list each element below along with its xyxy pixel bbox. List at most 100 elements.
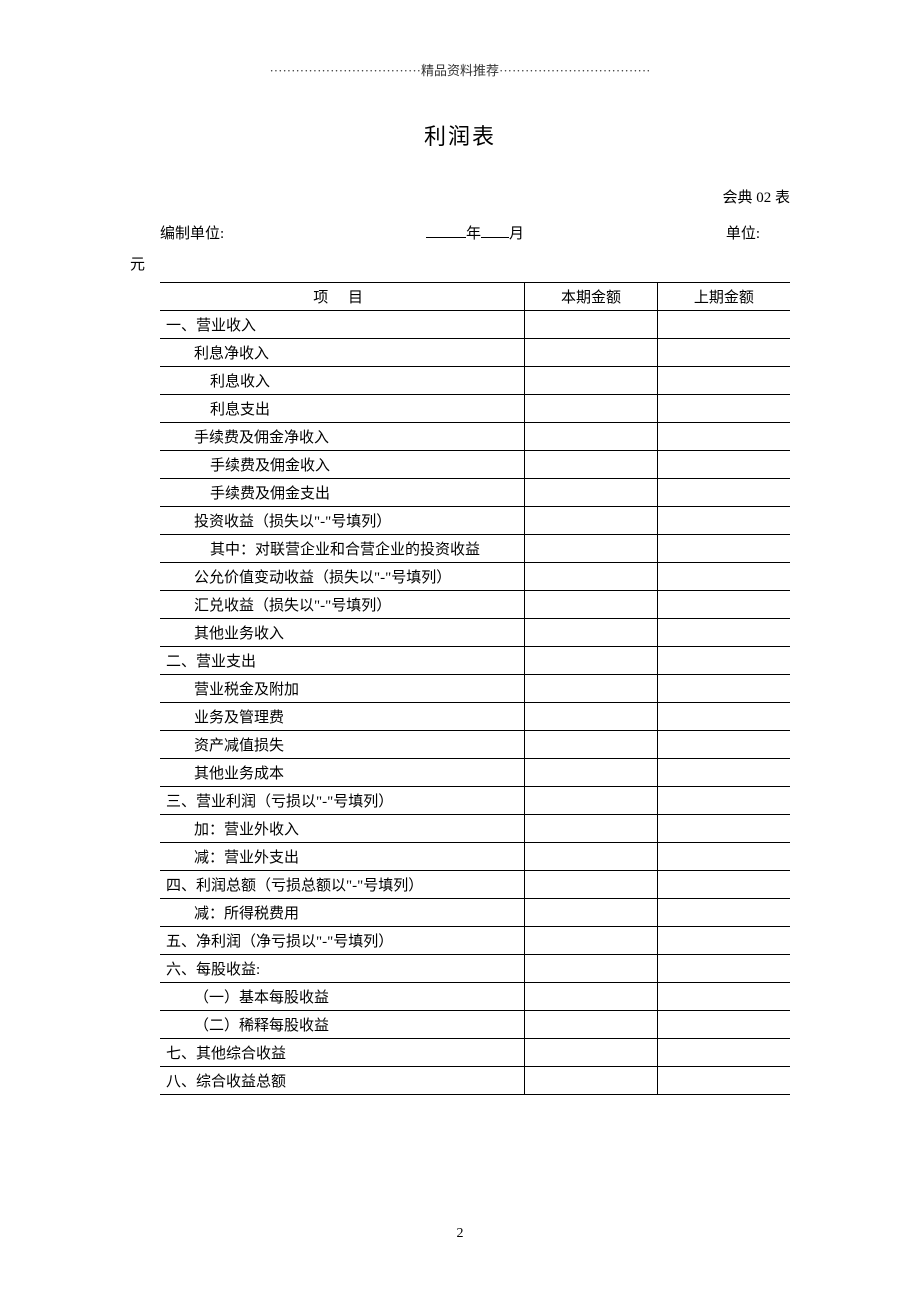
row-current-amount [525,871,658,899]
row-item-label: 营业税金及附加 [160,675,525,703]
row-prior-amount [657,479,790,507]
row-prior-amount [657,339,790,367]
row-current-amount [525,759,658,787]
table-row: 汇兑收益（损失以"-"号填列） [160,591,790,619]
table-row: 一、营业收入 [160,311,790,339]
row-item-label: 其中：对联营企业和合营企业的投资收益 [160,535,525,563]
row-prior-amount [657,563,790,591]
row-item-label: 其他业务成本 [160,759,525,787]
row-prior-amount [657,647,790,675]
document-title: 利润表 [130,119,790,151]
table-row: 三、营业利润（亏损以"-"号填列） [160,787,790,815]
row-prior-amount [657,507,790,535]
row-prior-amount [657,955,790,983]
row-prior-amount [657,619,790,647]
table-row: 投资收益（损失以"-"号填列） [160,507,790,535]
table-row: 利息净收入 [160,339,790,367]
table-row: 二、营业支出 [160,647,790,675]
page-container: ···································精品资料推… [0,0,920,1095]
table-row: 利息支出 [160,395,790,423]
page-number: 2 [0,1226,920,1242]
row-item-label: 利息收入 [160,367,525,395]
row-item-label: 六、每股收益: [160,955,525,983]
row-item-label: 七、其他综合收益 [160,1039,525,1067]
header-banner: ···································精品资料推… [130,60,790,79]
row-item-label: 业务及管理费 [160,703,525,731]
row-item-label: 二、营业支出 [160,647,525,675]
table-row: 手续费及佣金支出 [160,479,790,507]
row-prior-amount [657,843,790,871]
row-item-label: 利息净收入 [160,339,525,367]
row-item-label: 手续费及佣金支出 [160,479,525,507]
row-prior-amount [657,927,790,955]
row-item-label: 加：营业外收入 [160,815,525,843]
row-current-amount [525,395,658,423]
table-row: 资产减值损失 [160,731,790,759]
table-row: 六、每股收益: [160,955,790,983]
table-row: 八、综合收益总额 [160,1067,790,1095]
row-item-label: 三、营业利润（亏损以"-"号填列） [160,787,525,815]
row-current-amount [525,843,658,871]
row-prior-amount [657,731,790,759]
row-item-label: 四、利润总额（亏损总额以"-"号填列） [160,871,525,899]
table-row: 其中：对联营企业和合营企业的投资收益 [160,535,790,563]
row-item-label: 减：所得税费用 [160,899,525,927]
table-row: 业务及管理费 [160,703,790,731]
table-row: （一）基本每股收益 [160,983,790,1011]
row-current-amount [525,451,658,479]
table-row: 加：营业外收入 [160,815,790,843]
table-row: 营业税金及附加 [160,675,790,703]
row-prior-amount [657,787,790,815]
income-statement-table: 项 目 本期金额 上期金额 一、营业收入利息净收入利息收入利息支出手续费及佣金净… [160,282,790,1095]
row-current-amount [525,675,658,703]
row-prior-amount [657,451,790,479]
row-prior-amount [657,311,790,339]
row-current-amount [525,563,658,591]
row-item-label: 其他业务收入 [160,619,525,647]
row-item-label: 一、营业收入 [160,311,525,339]
row-prior-amount [657,899,790,927]
row-prior-amount [657,703,790,731]
row-prior-amount [657,759,790,787]
header-item: 项 目 [160,283,525,311]
row-item-label: 减：营业外支出 [160,843,525,871]
row-prior-amount [657,395,790,423]
table-row: （二）稀释每股收益 [160,1011,790,1039]
row-current-amount [525,367,658,395]
meta-row: 编制单位: 年月 单位: [130,222,790,243]
row-current-amount [525,983,658,1011]
month-blank [481,237,509,238]
date-label: 年月 [426,222,524,243]
prepared-by-label: 编制单位: [160,222,224,243]
row-current-amount [525,1011,658,1039]
row-prior-amount [657,535,790,563]
form-code: 会典 02 表 [130,186,790,207]
row-item-label: 手续费及佣金收入 [160,451,525,479]
row-current-amount [525,1039,658,1067]
unit-label: 单位: [726,222,760,243]
table-row: 七、其他综合收益 [160,1039,790,1067]
row-current-amount [525,899,658,927]
row-prior-amount [657,815,790,843]
row-current-amount [525,703,658,731]
table-header-row: 项 目 本期金额 上期金额 [160,283,790,311]
row-item-label: （一）基本每股收益 [160,983,525,1011]
table-row: 减：所得税费用 [160,899,790,927]
row-prior-amount [657,675,790,703]
row-item-label: 利息支出 [160,395,525,423]
row-current-amount [525,927,658,955]
row-item-label: 资产减值损失 [160,731,525,759]
row-current-amount [525,647,658,675]
table-row: 公允价值变动收益（损失以"-"号填列） [160,563,790,591]
row-current-amount [525,423,658,451]
row-prior-amount [657,983,790,1011]
row-current-amount [525,507,658,535]
row-current-amount [525,339,658,367]
row-prior-amount [657,367,790,395]
table-row: 其他业务成本 [160,759,790,787]
row-prior-amount [657,591,790,619]
table-row: 其他业务收入 [160,619,790,647]
table-row: 减：营业外支出 [160,843,790,871]
year-blank [426,237,466,238]
row-current-amount [525,787,658,815]
